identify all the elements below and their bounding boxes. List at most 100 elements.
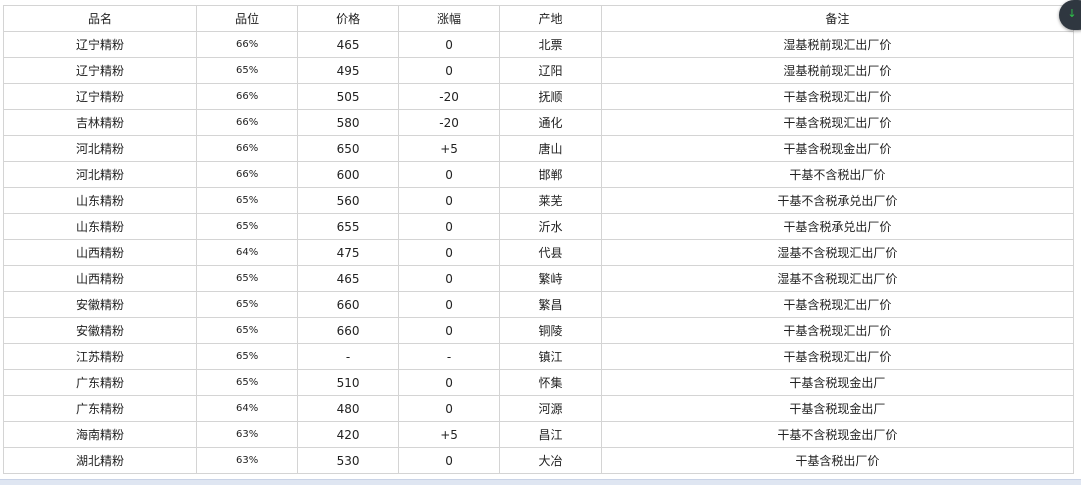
cell-origin: 沂水 — [499, 213, 602, 240]
cell-price: 655 — [297, 213, 399, 240]
cell-note: 湿基不含税现汇出厂价 — [600, 239, 1075, 266]
cell-origin: 邯郸 — [499, 161, 602, 188]
cell-grade: 66% — [195, 83, 299, 110]
cell-note: 干基含税现汇出厂价 — [600, 343, 1075, 370]
cell-origin: 镇江 — [499, 343, 602, 370]
cell-note: 干基不含税出厂价 — [600, 161, 1075, 188]
cell-change: 0 — [397, 291, 501, 318]
cell-change: 0 — [397, 369, 501, 396]
cell-product: 辽宁精粉 — [3, 83, 197, 110]
header-origin: 产地 — [499, 5, 602, 32]
table-row: 湖北精粉 63% 530 0 大冶 干基含税出厂价 — [3, 447, 1075, 474]
table-row: 山东精粉 65% 655 0 沂水 干基含税承兑出厂价 — [3, 213, 1075, 240]
cell-price: 475 — [297, 239, 399, 266]
bottom-scroll-bar[interactable] — [0, 479, 1081, 485]
cell-origin: 唐山 — [499, 135, 602, 162]
cell-product: 辽宁精粉 — [3, 57, 197, 84]
cell-change: 0 — [397, 447, 501, 474]
table-body: 辽宁精粉 66% 465 0 北票 湿基税前现汇出厂价 辽宁精粉 65% 495 0 辽阳 湿基税前现… — [3, 31, 1075, 474]
cell-change: - — [397, 343, 501, 370]
cell-price: 560 — [297, 187, 399, 214]
cell-product: 江苏精粉 — [3, 343, 197, 370]
price-table-container: 品名 品位 价格 涨幅 产地 备注 辽宁精粉 66% 465 0 北票 湿基税前现汇出厂价… — [3, 5, 1075, 474]
cell-product: 山东精粉 — [3, 187, 197, 214]
cell-change: +5 — [397, 421, 501, 448]
table-row: 吉林精粉 66% 580 -20 通化 干基含税现汇出厂价 — [3, 109, 1075, 136]
cell-grade: 65% — [195, 369, 299, 396]
cell-price: 530 — [297, 447, 399, 474]
cell-origin: 繁昌 — [499, 291, 602, 318]
cell-note: 干基含税现金出厂价 — [600, 135, 1075, 162]
cell-origin: 繁峙 — [499, 265, 602, 292]
cell-product: 安徽精粉 — [3, 291, 197, 318]
table-row: 安徽精粉 65% 660 0 繁昌 干基含税现汇出厂价 — [3, 291, 1075, 318]
cell-price: - — [297, 343, 399, 370]
cell-note: 干基含税现汇出厂价 — [600, 317, 1075, 344]
cell-product: 广东精粉 — [3, 369, 197, 396]
cell-grade: 64% — [195, 239, 299, 266]
table-row: 河北精粉 66% 650 +5 唐山 干基含税现金出厂价 — [3, 135, 1075, 162]
cell-note: 干基不含税现金出厂价 — [600, 421, 1075, 448]
header-change: 涨幅 — [397, 5, 501, 32]
cell-grade: 66% — [195, 109, 299, 136]
cell-origin: 莱芜 — [499, 187, 602, 214]
table-row: 辽宁精粉 65% 495 0 辽阳 湿基税前现汇出厂价 — [3, 57, 1075, 84]
cell-grade: 65% — [195, 265, 299, 292]
table-row: 广东精粉 65% 510 0 怀集 干基含税现金出厂 — [3, 369, 1075, 396]
cell-product: 安徽精粉 — [3, 317, 197, 344]
cell-product: 海南精粉 — [3, 421, 197, 448]
cell-note: 干基不含税承兑出厂价 — [600, 187, 1075, 214]
cell-price: 510 — [297, 369, 399, 396]
iron-ore-price-table: 品名 品位 价格 涨幅 产地 备注 辽宁精粉 66% 465 0 北票 湿基税前现汇出厂价… — [3, 5, 1075, 474]
table-row: 辽宁精粉 66% 505 -20 抚顺 干基含税现汇出厂价 — [3, 83, 1075, 110]
table-row: 安徽精粉 65% 660 0 铜陵 干基含税现汇出厂价 — [3, 317, 1075, 344]
cell-change: 0 — [397, 213, 501, 240]
header-product: 品名 — [3, 5, 197, 32]
down-arrow-icon: ↓ — [1067, 7, 1077, 20]
cell-note: 干基含税现汇出厂价 — [600, 109, 1075, 136]
cell-grade: 66% — [195, 161, 299, 188]
cell-product: 山西精粉 — [3, 265, 197, 292]
cell-price: 420 — [297, 421, 399, 448]
cell-change: 0 — [397, 31, 501, 58]
cell-grade: 65% — [195, 343, 299, 370]
table-row: 河北精粉 66% 600 0 邯郸 干基不含税出厂价 — [3, 161, 1075, 188]
cell-grade: 65% — [195, 213, 299, 240]
cell-change: -20 — [397, 109, 501, 136]
cell-change: 0 — [397, 161, 501, 188]
cell-price: 660 — [297, 291, 399, 318]
cell-origin: 抚顺 — [499, 83, 602, 110]
cell-change: 0 — [397, 239, 501, 266]
table-row: 山西精粉 64% 475 0 代县 湿基不含税现汇出厂价 — [3, 239, 1075, 266]
table-row: 山西精粉 65% 465 0 繁峙 湿基不含税现汇出厂价 — [3, 265, 1075, 292]
cell-product: 山西精粉 — [3, 239, 197, 266]
cell-price: 660 — [297, 317, 399, 344]
cell-note: 干基含税出厂价 — [600, 447, 1075, 474]
cell-grade: 65% — [195, 317, 299, 344]
cell-product: 吉林精粉 — [3, 109, 197, 136]
cell-change: +5 — [397, 135, 501, 162]
cell-price: 600 — [297, 161, 399, 188]
cell-product: 山东精粉 — [3, 213, 197, 240]
cell-change: 0 — [397, 395, 501, 422]
cell-origin: 北票 — [499, 31, 602, 58]
cell-product: 河北精粉 — [3, 161, 197, 188]
cell-grade: 66% — [195, 135, 299, 162]
header-note: 备注 — [600, 5, 1075, 32]
cell-note: 干基含税现金出厂 — [600, 369, 1075, 396]
cell-price: 505 — [297, 83, 399, 110]
table-row: 广东精粉 64% 480 0 河源 干基含税现金出厂 — [3, 395, 1075, 422]
table-row: 江苏精粉 65% - - 镇江 干基含税现汇出厂价 — [3, 343, 1075, 370]
cell-change: 0 — [397, 187, 501, 214]
cell-change: 0 — [397, 265, 501, 292]
cell-origin: 河源 — [499, 395, 602, 422]
header-grade: 品位 — [195, 5, 299, 32]
table-header-row: 品名 品位 价格 涨幅 产地 备注 — [3, 5, 1075, 32]
cell-price: 465 — [297, 265, 399, 292]
cell-note: 干基含税现汇出厂价 — [600, 291, 1075, 318]
cell-grade: 65% — [195, 187, 299, 214]
cell-product: 辽宁精粉 — [3, 31, 197, 58]
scroll-down-button[interactable]: ↓ — [1059, 0, 1081, 30]
cell-change: 0 — [397, 57, 501, 84]
cell-grade: 65% — [195, 57, 299, 84]
